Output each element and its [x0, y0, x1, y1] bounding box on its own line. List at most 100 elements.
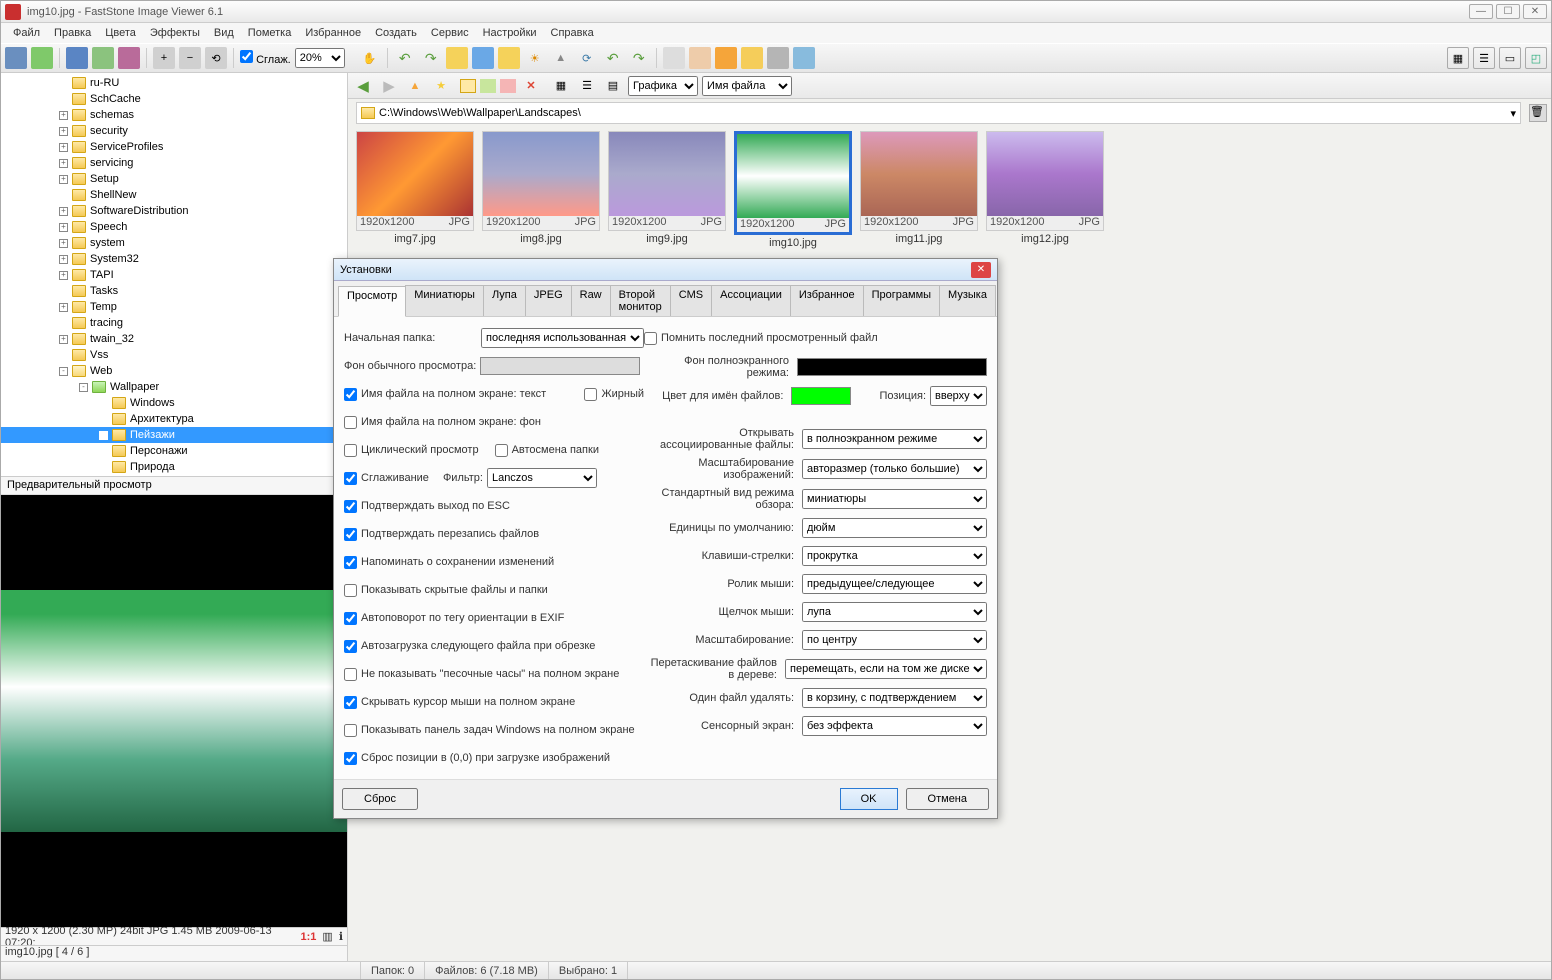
cb-taskbar-fs[interactable] [344, 724, 357, 737]
save-copy-icon[interactable] [118, 47, 140, 69]
menu-Эффекты[interactable]: Эффекты [144, 25, 206, 41]
expander-icon[interactable]: + [59, 271, 68, 280]
nav-fwd-icon[interactable]: ▶ [378, 75, 400, 97]
tree-node[interactable]: +ServiceProfiles [1, 139, 347, 155]
tree-node[interactable]: -Web [1, 363, 347, 379]
arrows-select[interactable]: прокрутка [802, 546, 987, 566]
tree-node[interactable]: Пейзажи [1, 427, 347, 443]
menu-Цвета[interactable]: Цвета [99, 25, 142, 41]
scale-select[interactable]: авторазмер (только большие) [802, 459, 987, 479]
view3-icon[interactable]: ▤ [602, 75, 624, 97]
expander-icon[interactable] [59, 319, 68, 328]
tab-JPEG[interactable]: JPEG [525, 285, 572, 316]
move-to-icon[interactable] [500, 79, 516, 93]
sort-select[interactable]: Имя файла [702, 76, 792, 96]
view2-icon[interactable]: ☰ [576, 75, 598, 97]
save-as-icon[interactable] [92, 47, 114, 69]
tree-node[interactable]: +SoftwareDistribution [1, 203, 347, 219]
cb-show-hidden[interactable] [344, 584, 357, 597]
path-dropdown-icon[interactable]: ▾ [1510, 107, 1516, 120]
thumbnail[interactable]: 1920x1200JPG [608, 131, 726, 231]
tree-node[interactable]: +security [1, 123, 347, 139]
expander-icon[interactable]: + [59, 175, 68, 184]
tree-node[interactable]: Vss [1, 347, 347, 363]
email-icon[interactable] [741, 47, 763, 69]
preview-pane[interactable] [1, 495, 347, 927]
tree-node[interactable]: Природа [1, 459, 347, 475]
cb-no-hourglass[interactable] [344, 668, 357, 681]
undo-icon[interactable]: ↶ [602, 47, 624, 69]
cb-remind-save[interactable] [344, 556, 357, 569]
menu-Настройки[interactable]: Настройки [477, 25, 543, 41]
wallpaper-icon[interactable] [793, 47, 815, 69]
tree-node[interactable]: Windows [1, 395, 347, 411]
path-bar[interactable]: C:\Windows\Web\Wallpaper\Landscapes\ ▾ [356, 102, 1521, 124]
redo-icon[interactable]: ↷ [628, 47, 650, 69]
save-icon[interactable] [66, 47, 88, 69]
smooth-checkbox[interactable]: Сглаж. [240, 50, 291, 66]
tree-node[interactable]: Архитектура [1, 411, 347, 427]
zoom-in-icon[interactable]: + [153, 47, 175, 69]
tab-Просмотр[interactable]: Просмотр [338, 286, 406, 317]
tab-Лупа[interactable]: Лупа [483, 285, 526, 316]
nav-back-icon[interactable]: ◀ [352, 75, 374, 97]
rotate-right-icon[interactable]: ↷ [420, 47, 442, 69]
tree-node[interactable]: Tasks [1, 283, 347, 299]
menu-Создать[interactable]: Создать [369, 25, 423, 41]
wheel-select[interactable]: предыдущее/следующее [802, 574, 987, 594]
thumbnail[interactable]: 1920x1200JPG [482, 131, 600, 231]
tree-node[interactable]: Персонажи [1, 443, 347, 459]
tree-node[interactable]: +Temp [1, 299, 347, 315]
menu-Избранное[interactable]: Избранное [299, 25, 367, 41]
menu-Файл[interactable]: Файл [7, 25, 46, 41]
favorite-icon[interactable]: ★ [430, 75, 452, 97]
expander-icon[interactable] [99, 447, 108, 456]
thumbnail[interactable]: 1920x1200JPG [356, 131, 474, 231]
tab-Ассоциации[interactable]: Ассоциации [711, 285, 791, 316]
rotate-left-icon[interactable]: ↶ [394, 47, 416, 69]
tab-Избранное[interactable]: Избранное [790, 285, 864, 316]
delete-select[interactable]: в корзину, с подтверждением [802, 688, 987, 708]
pos-select[interactable]: вверху [930, 386, 987, 406]
tree-node[interactable]: +schemas [1, 107, 347, 123]
expander-icon[interactable] [99, 463, 108, 472]
tree-node[interactable]: +twain_32 [1, 331, 347, 347]
expander-icon[interactable]: + [59, 303, 68, 312]
maximize-button[interactable]: ☐ [1496, 4, 1520, 19]
brightness-icon[interactable]: ☀ [524, 47, 546, 69]
tree-node[interactable]: +Setup [1, 171, 347, 187]
copy-icon[interactable] [663, 47, 685, 69]
expander-icon[interactable]: + [59, 111, 68, 120]
expander-icon[interactable]: - [79, 383, 88, 392]
trash-icon[interactable]: 🗑 [1529, 104, 1547, 122]
view1-icon[interactable]: ▦ [550, 75, 572, 97]
expander-icon[interactable] [59, 95, 68, 104]
copy-to-icon[interactable] [480, 79, 496, 93]
expander-icon[interactable] [59, 191, 68, 200]
thumbnail[interactable]: 1920x1200JPG [986, 131, 1104, 231]
histogram-icon[interactable]: ▥ [322, 930, 332, 943]
menu-Вид[interactable]: Вид [208, 25, 240, 41]
expander-icon[interactable] [59, 351, 68, 360]
expander-icon[interactable]: + [59, 207, 68, 216]
expander-icon[interactable]: + [59, 239, 68, 248]
minimize-button[interactable]: — [1469, 4, 1493, 19]
menu-Пометка[interactable]: Пометка [242, 25, 298, 41]
tab-Второй монитор[interactable]: Второй монитор [610, 285, 671, 316]
slideshow-icon[interactable] [498, 47, 520, 69]
drag-select[interactable]: перемещать, если на том же диске [785, 659, 987, 679]
expander-icon[interactable] [59, 79, 68, 88]
filter-select[interactable]: Графика [628, 76, 698, 96]
menu-Справка[interactable]: Справка [545, 25, 600, 41]
view-thumbs-icon[interactable]: ▦ [1447, 47, 1469, 69]
cb-autoload-crop[interactable] [344, 640, 357, 653]
cb-name-fs-bg[interactable] [344, 416, 357, 429]
cb-bold[interactable] [584, 388, 597, 401]
zoom-out-icon[interactable]: − [179, 47, 201, 69]
paste-icon[interactable] [689, 47, 711, 69]
cb-cycle[interactable] [344, 444, 357, 457]
units-select[interactable]: дюйм [802, 518, 987, 538]
expander-icon[interactable] [99, 415, 108, 424]
tree-node[interactable]: +servicing [1, 155, 347, 171]
cb-reset-pos[interactable] [344, 752, 357, 765]
